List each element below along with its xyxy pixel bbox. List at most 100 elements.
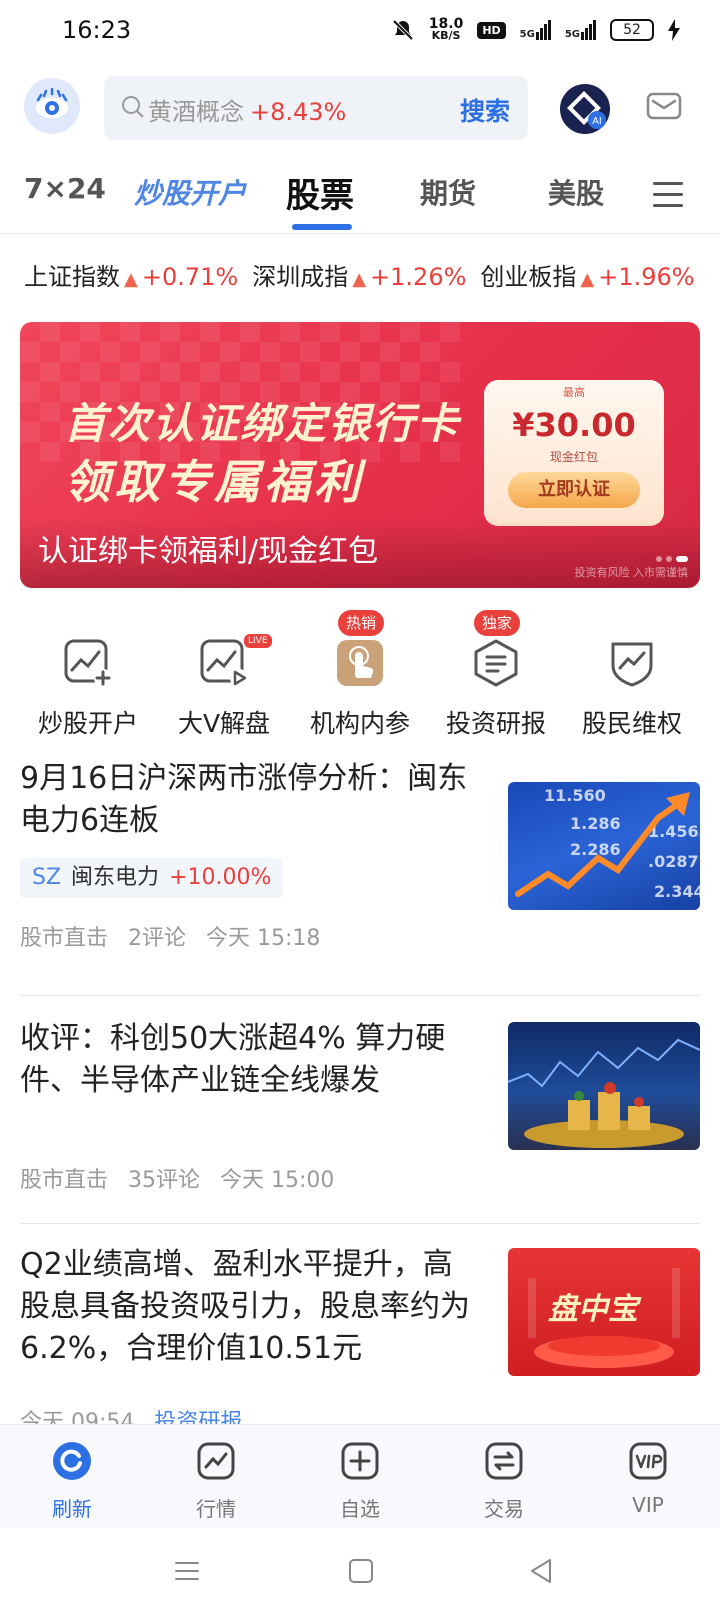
active-tab-indicator	[292, 224, 352, 230]
news-time: 今天 09:54	[20, 1410, 135, 1424]
touch-hand-icon	[337, 640, 383, 686]
status-icons: 18.0 KB/S HD 5G 5G 52	[391, 16, 680, 42]
nav-refresh[interactable]: 刷新	[0, 1425, 144, 1529]
news-item[interactable]: Q2业绩高增、盈利水平提升，高股息具备投资吸引力，股息率约为 6.2%，合理价值…	[0, 1224, 720, 1424]
search-icon	[122, 96, 144, 118]
news-meta: 今天 09:54 投资研报	[20, 1404, 242, 1424]
signal-5g-icon-2: 5G	[565, 20, 596, 40]
net-speed: 18.0 KB/S	[428, 16, 464, 42]
trade-exchange-icon	[485, 1442, 523, 1480]
related-stock-chip[interactable]: SZ 闽东电力 +10.00%	[20, 858, 284, 898]
tab-7x24[interactable]: 7×24	[24, 172, 106, 205]
news-source: 股市直击	[20, 1168, 109, 1193]
news-tag[interactable]: 投资研报	[154, 1404, 242, 1424]
news-time: 今天 15:18	[206, 926, 321, 951]
index-name: 创业板指	[480, 262, 577, 291]
banner-caption: 认证绑卡领福利/现金红包	[38, 534, 379, 569]
stock-market: SZ	[32, 865, 62, 890]
news-title[interactable]: 收评：科创50大涨超4% 算力硬件、半导体产业链全线爆发	[20, 1018, 480, 1102]
quick-entries: 炒股开户 LIVE 大V解盘 热销 机构内参 独家 投资研报 股民维权	[0, 606, 720, 738]
up-arrow-icon: ▲	[124, 268, 138, 290]
charging-icon	[668, 19, 680, 41]
tab-open-account[interactable]: 炒股开户	[134, 172, 246, 212]
nav-market[interactable]: 行情	[144, 1425, 288, 1529]
news-title[interactable]: 9月16日沪深两市涨停分析：闽东电力6连板	[20, 758, 480, 842]
news-comments: 35评论	[128, 1168, 201, 1193]
tab-stocks[interactable]: 股票	[286, 168, 354, 217]
stock-name: 闽东电力	[71, 865, 160, 890]
banner-subheadline: 领取专属福利	[64, 455, 364, 509]
index-name: 深圳成指	[252, 262, 349, 291]
coupon-card[interactable]: 最高 ¥30.00 现金红包 立即认证	[484, 380, 664, 526]
index-item[interactable]: 深圳成指 ▲ +1.26%	[252, 257, 466, 292]
thumbnail-caption: 盘中宝	[548, 1292, 638, 1327]
coupon-amount: ¥30.00	[512, 406, 636, 444]
tab-futures[interactable]: 期货	[420, 172, 476, 212]
vip-icon	[629, 1442, 667, 1480]
news-title[interactable]: Q2业绩高增、盈利水平提升，高股息具备投资吸引力，股息率约为 6.2%，合理价值…	[20, 1244, 480, 1370]
quick-label: 股民维权	[581, 709, 682, 738]
index-change: +1.96%	[598, 262, 695, 291]
up-arrow-icon: ▲	[352, 268, 367, 290]
verify-now-button[interactable]: 立即认证	[508, 472, 640, 508]
bottom-nav: 刷新 行情 自选 交易 VIP	[0, 1424, 720, 1528]
nav-label: 行情	[196, 1497, 236, 1521]
up-arrow-icon: ▲	[580, 268, 595, 290]
nav-label: 交易	[484, 1497, 524, 1521]
category-tabs: 7×24 炒股开户 股票 期货 美股	[0, 168, 720, 234]
search-hot-change: +8.43%	[250, 98, 347, 126]
recent-apps-icon[interactable]	[172, 1556, 202, 1586]
nav-label: 自选	[340, 1497, 380, 1521]
mute-bell-icon	[392, 19, 414, 41]
coupon-sub-label: 现金红包	[549, 450, 598, 464]
quick-label: 炒股开户	[37, 709, 138, 738]
ai-label: AI	[592, 116, 601, 127]
nav-trade[interactable]: 交易	[432, 1425, 576, 1529]
banner-headline: 首次认证绑定银行卡	[64, 399, 461, 448]
search-bar[interactable]: 黄酒概念 +8.43% 搜索	[104, 76, 528, 140]
news-item[interactable]: 9月16日沪深两市涨停分析：闽东电力6连板 11.560 1.286 2.286…	[0, 756, 720, 996]
stock-change: +10.00%	[169, 865, 272, 890]
signal-5g-icon: 5G	[520, 20, 551, 40]
add-watchlist-icon	[341, 1442, 379, 1480]
news-comments: 2评论	[128, 926, 187, 951]
search-input[interactable]: 黄酒概念 +8.43%	[148, 92, 346, 127]
index-name: 上证指数	[24, 262, 120, 291]
nav-watchlist[interactable]: 自选	[288, 1425, 432, 1529]
ai-assistant-icon[interactable]: AI	[560, 84, 610, 134]
tab-us-stocks[interactable]: 美股	[548, 172, 604, 212]
news-time: 今天 15:00	[220, 1168, 335, 1193]
quick-label: 投资研报	[445, 709, 546, 738]
search-placeholder: 黄酒概念	[148, 98, 244, 126]
index-change: +0.71%	[141, 262, 239, 291]
coupon-top-label: 最高	[563, 386, 585, 399]
system-nav-bar	[0, 1528, 720, 1612]
quick-label: 大V解盘	[177, 709, 271, 738]
quick-label: 机构内参	[309, 709, 410, 738]
news-meta: 股市直击 2评论 今天 15:18	[20, 920, 320, 952]
back-icon[interactable]	[526, 1556, 556, 1586]
news-source: 股市直击	[20, 926, 109, 951]
banner-disclaimer: 投资有风险 入市需谨慎	[574, 566, 689, 579]
news-item[interactable]: 收评：科创50大涨超4% 算力硬件、半导体产业链全线爆发 股市直击 35评论 今…	[0, 996, 720, 1224]
search-button[interactable]: 搜索	[460, 92, 510, 128]
news-thumbnail: 盘中宝	[508, 1248, 700, 1376]
shield-chart-icon	[611, 642, 653, 687]
app-header: 黄酒概念 +8.43% 搜索 AI	[0, 70, 720, 150]
status-bar: 16:23 18.0 KB/S HD 5G 5G 52	[0, 0, 720, 66]
promo-banner[interactable]: 首次认证绑定银行卡 领取专属福利 最高 ¥30.00 现金红包 立即认证 认证绑…	[20, 322, 700, 588]
market-indices[interactable]: 上证指数 ▲ +0.71% 深圳成指 ▲ +1.26% 创业板指 ▲ +1.96%	[24, 256, 714, 292]
menu-icon[interactable]	[653, 182, 683, 208]
home-icon[interactable]	[346, 1556, 376, 1586]
banner-pager-dots	[656, 556, 688, 562]
mail-icon[interactable]	[646, 88, 682, 124]
battery-indicator: 52	[610, 19, 654, 41]
index-item[interactable]: 上证指数 ▲ +0.71%	[24, 257, 238, 292]
status-time: 16:23	[62, 16, 132, 44]
nav-vip[interactable]: VIP	[576, 1425, 720, 1529]
live-badge: LIVE	[244, 634, 272, 648]
app-logo-eye-icon[interactable]	[24, 78, 80, 134]
index-item[interactable]: 创业板指 ▲ +1.96%	[480, 257, 694, 292]
news-thumbnail: 11.560 1.286 2.286 1.4563 .0287 2.344	[508, 782, 700, 910]
chart-play-icon	[200, 639, 248, 687]
